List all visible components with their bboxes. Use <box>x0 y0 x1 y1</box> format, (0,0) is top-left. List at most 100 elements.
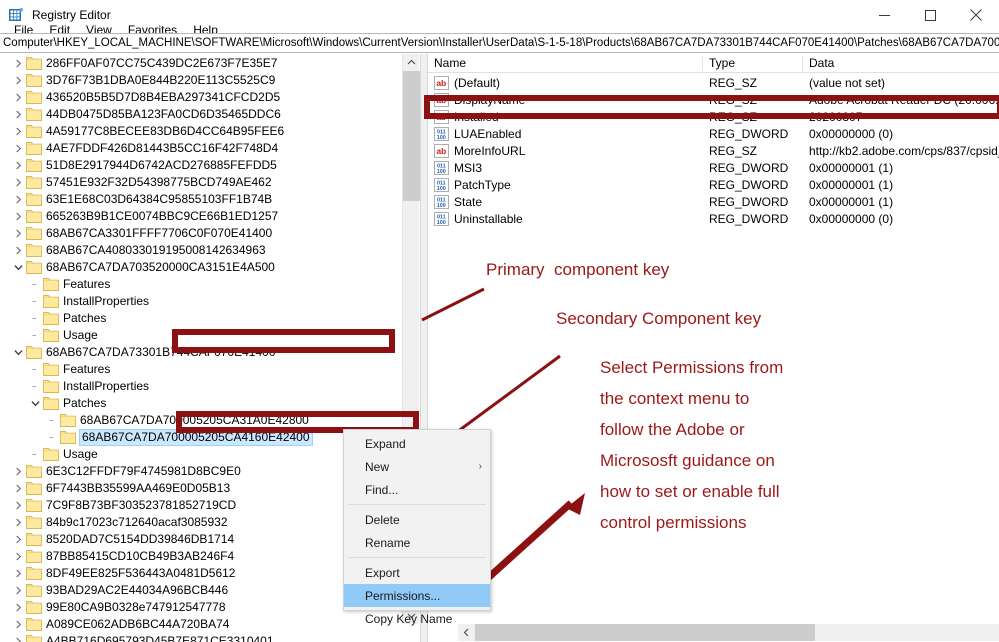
chevron-down-icon[interactable] <box>27 395 43 412</box>
chevron-right-icon[interactable] <box>10 548 26 565</box>
chevron-right-icon[interactable] <box>10 480 26 497</box>
context-menu-item[interactable]: Expand <box>344 432 490 455</box>
tree-node[interactable]: 4A59177C8BECEE83DB6D4CC64B95FEE6 <box>0 123 402 140</box>
column-header-name[interactable]: Name <box>428 54 703 73</box>
values-horizontal-scrollbar[interactable] <box>458 624 999 641</box>
chevron-right-icon[interactable] <box>10 225 26 242</box>
chevron-right-icon[interactable] <box>10 582 26 599</box>
column-header-data[interactable]: Data <box>803 54 999 73</box>
context-menu[interactable]: Expand New › Find... Delete Rename Export Permi… <box>343 429 491 626</box>
tree-node[interactable]: 436520B5B5D7D8B4EBA297341CFCD2D5 <box>0 89 402 106</box>
context-menu-item[interactable]: Copy Key Name <box>344 607 490 630</box>
context-menu-item[interactable]: Permissions... <box>344 584 490 607</box>
context-menu-item-label: Permissions... <box>365 588 441 603</box>
tree-node-label: 7C9F8B73BF303523781852719CD <box>46 498 237 512</box>
tree-node[interactable]: InstallProperties <box>0 378 402 395</box>
tree-node[interactable]: 286FF0AF07CC75C439DC2E673F7E35E7 <box>0 55 402 72</box>
context-menu-item[interactable]: Find... <box>344 478 490 501</box>
chevron-right-icon[interactable] <box>10 633 26 642</box>
chevron-right-icon[interactable] <box>10 106 26 123</box>
tree-node[interactable]: A4BB716D695793D45B7E871CE3310401 <box>0 633 402 642</box>
context-menu-item[interactable]: Export <box>344 561 490 584</box>
folder-icon <box>60 430 76 445</box>
tree-node[interactable]: 87BB85415CD10CB49B3AB246F4 <box>0 548 402 565</box>
tree-scroll-thumb[interactable] <box>403 71 420 201</box>
chevron-down-icon[interactable] <box>10 344 26 361</box>
context-menu-item[interactable]: New › <box>344 455 490 478</box>
chevron-right-icon[interactable] <box>10 514 26 531</box>
chevron-right-icon[interactable] <box>10 55 26 72</box>
tree-node[interactable]: Usage <box>0 327 402 344</box>
tree-node[interactable]: Usage <box>0 446 402 463</box>
tree-node[interactable]: 99E80CA9B0328e747912547778 <box>0 599 402 616</box>
value-row[interactable]: 011 100 Uninstallable REG_DWORD 0x00000000 (… <box>428 210 999 227</box>
tree-node[interactable]: 57451E932F32D54398775BCD749AE462 <box>0 174 402 191</box>
tree-node[interactable]: 68AB67CA7DA73301B744CAF070E41400 <box>0 344 402 361</box>
tree-node[interactable]: 3D76F73B1DBA0E844B220E113C5525C9 <box>0 72 402 89</box>
tree-node[interactable]: 6E3C12FFDF79F4745981D8BC9E0 <box>0 463 402 480</box>
folder-icon <box>26 73 42 88</box>
values-scroll-thumb[interactable] <box>475 624 815 641</box>
chevron-right-icon[interactable] <box>10 191 26 208</box>
tree-node[interactable]: 8520DAD7C5154DD39846DB1714 <box>0 531 402 548</box>
value-row[interactable]: ab MoreInfoURL REG_SZ http://kb2.adobe.com/… <box>428 142 999 159</box>
context-menu-item[interactable]: Rename <box>344 531 490 554</box>
chevron-right-icon[interactable] <box>10 140 26 157</box>
tree-node[interactable]: 6F7443BB35599AA469E0D05B13 <box>0 480 402 497</box>
scroll-up-icon[interactable] <box>403 54 420 71</box>
value-row[interactable]: 011 100 State REG_DWORD 0x00000001 (1) <box>428 193 999 210</box>
tree-node[interactable]: 44DB0475D85BA123FA0CD6D35465DDC6 <box>0 106 402 123</box>
chevron-right-icon[interactable] <box>10 89 26 106</box>
tree-node[interactable]: 665263B9B1CE0074BBC9CE66B1ED1257 <box>0 208 402 225</box>
chevron-right-icon[interactable] <box>10 123 26 140</box>
chevron-right-icon[interactable] <box>10 531 26 548</box>
chevron-right-icon[interactable] <box>10 208 26 225</box>
chevron-right-icon[interactable] <box>10 242 26 259</box>
svg-text:100: 100 <box>437 220 446 226</box>
chevron-right-icon[interactable] <box>10 599 26 616</box>
chevron-right-icon[interactable] <box>10 616 26 633</box>
tree-node[interactable]: 8DF49EE825F536443A0481D5612 <box>0 565 402 582</box>
tree-node[interactable]: 68AB67CA408033019195008142634963 <box>0 242 402 259</box>
tree-node[interactable]: 68AB67CA7DA700005205CA31A0E42800 <box>0 412 402 429</box>
chevron-down-icon[interactable] <box>10 259 26 276</box>
svg-text:100: 100 <box>437 203 446 209</box>
chevron-right-icon[interactable] <box>10 497 26 514</box>
value-type-cell: REG_DWORD <box>709 177 789 192</box>
tree-node[interactable]: 93BAD29AC2E44034A96BCB446 <box>0 582 402 599</box>
tree-node[interactable]: 68AB67CA3301FFFF7706C0F070E41400 <box>0 225 402 242</box>
value-row[interactable]: ab DisplayName REG_SZ Adobe Acrobat Reader … <box>428 91 999 108</box>
tree-node[interactable]: A089CE062ADB6BC44A720BA74 <box>0 616 402 633</box>
address-bar[interactable]: Computer\HKEY_LOCAL_MACHINE\SOFTWARE\Mic… <box>0 33 999 53</box>
tree-node[interactable]: InstallProperties <box>0 293 402 310</box>
context-menu-item-label: Find... <box>365 482 399 497</box>
value-row[interactable]: 011 100 LUAEnabled REG_DWORD 0x00000000 (0) <box>428 125 999 142</box>
tree-node[interactable]: 84b9c17023c712640acaf3085932 <box>0 514 402 531</box>
registry-tree[interactable]: 286FF0AF07CC75C439DC2E673F7E35E7 3D76F73B… <box>0 54 402 642</box>
tree-node[interactable]: 4AE7FDDF426D81443B5CC16F42F748D4 <box>0 140 402 157</box>
value-row[interactable]: 011 100 MSI3 REG_DWORD 0x00000001 (1) <box>428 159 999 176</box>
column-header-type[interactable]: Type <box>703 54 803 73</box>
chevron-right-icon[interactable] <box>10 565 26 582</box>
chevron-right-icon[interactable] <box>10 463 26 480</box>
svg-text:ab: ab <box>436 146 446 156</box>
chevron-right-icon[interactable] <box>10 72 26 89</box>
value-row[interactable]: ab Installed REG_SZ 20200307 <box>428 108 999 125</box>
value-row[interactable]: ab (Default) REG_SZ (value not set) <box>428 74 999 91</box>
value-row[interactable]: 011 100 PatchType REG_DWORD 0x00000001 (1) <box>428 176 999 193</box>
context-menu-item[interactable]: Delete <box>344 508 490 531</box>
svg-text:ab: ab <box>436 95 446 105</box>
tree-node[interactable]: Features <box>0 361 402 378</box>
tree-node[interactable]: Patches <box>0 310 402 327</box>
value-name-cell: 011 100 Uninstallable <box>428 212 703 226</box>
chevron-right-icon[interactable] <box>10 174 26 191</box>
tree-node[interactable]: 7C9F8B73BF303523781852719CD <box>0 497 402 514</box>
tree-node[interactable]: 63E1E68C03D64384C95855103FF1B74B <box>0 191 402 208</box>
tree-node[interactable]: 68AB67CA7DA700005205CA4160E42400 <box>0 429 402 446</box>
tree-node[interactable]: 51D8E2917944D6742ACD276885FEFDD5 <box>0 157 402 174</box>
chevron-right-icon[interactable] <box>10 157 26 174</box>
tree-node[interactable]: Patches <box>0 395 402 412</box>
tree-node[interactable]: Features <box>0 276 402 293</box>
tree-node[interactable]: 68AB67CA7DA703520000CA3151E4A500 <box>0 259 402 276</box>
tree-node-label: 8520DAD7C5154DD39846DB1714 <box>46 532 235 546</box>
